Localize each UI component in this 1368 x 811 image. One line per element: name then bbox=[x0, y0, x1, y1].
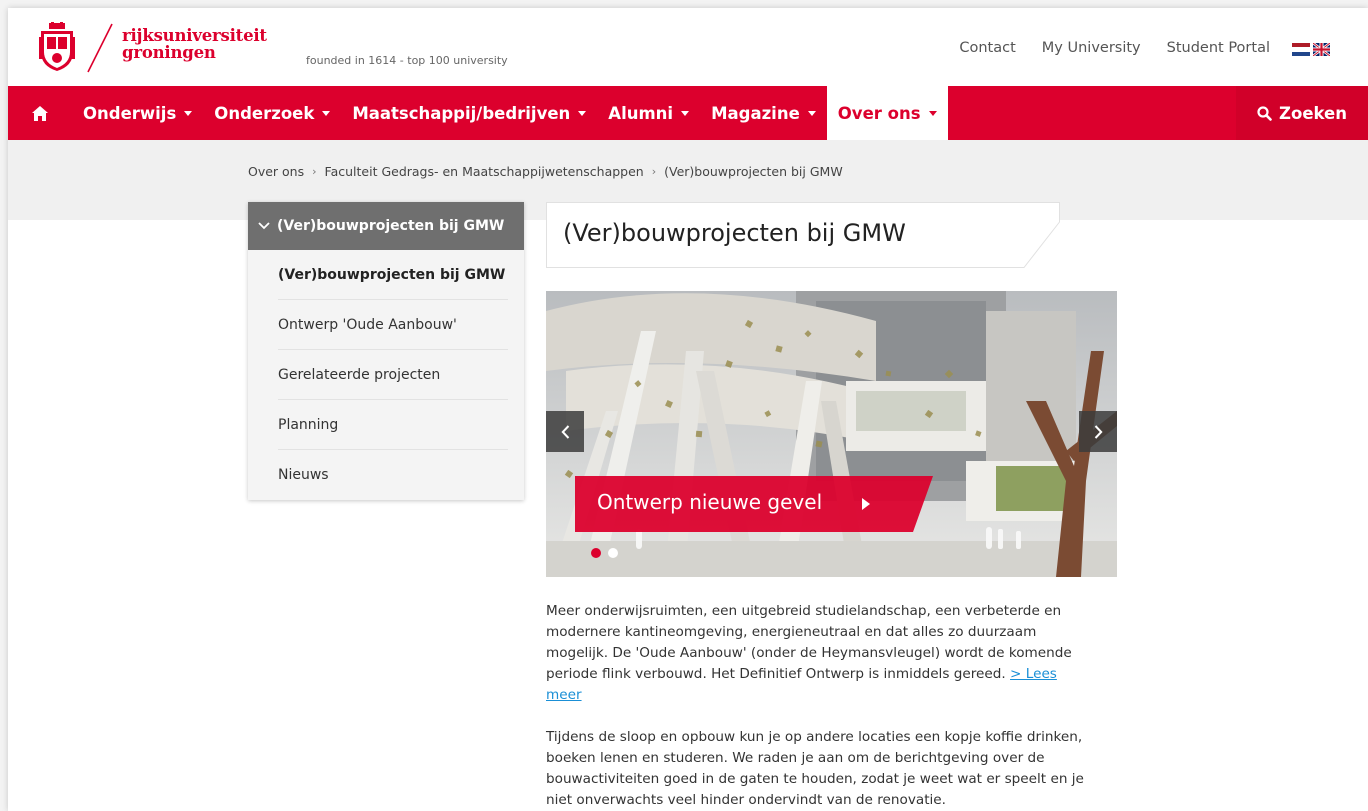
carousel-slide-image bbox=[546, 291, 1117, 577]
nav-label: Alumni bbox=[608, 103, 674, 123]
section-menu: (Ver)bouwprojecten bij GMW (Ver)bouwproj… bbox=[248, 202, 524, 500]
chevron-down-icon bbox=[258, 222, 270, 230]
breadcrumb-item[interactable]: Over ons bbox=[248, 164, 304, 179]
nav-over-ons[interactable]: Over ons bbox=[826, 86, 948, 140]
nav-alumni[interactable]: Alumni bbox=[597, 86, 700, 140]
carousel-next-button[interactable] bbox=[1079, 411, 1117, 452]
contact-link[interactable]: Contact bbox=[959, 40, 1015, 56]
carousel-prev-button[interactable] bbox=[546, 411, 584, 452]
language-switch bbox=[1292, 43, 1330, 56]
page-title-box: (Ver)bouwprojecten bij GMW bbox=[546, 202, 1060, 268]
sidebar-item-planning[interactable]: Planning bbox=[278, 400, 508, 450]
search-icon bbox=[1257, 105, 1272, 121]
tagline: founded in 1614 - top 100 university bbox=[306, 54, 508, 67]
home-icon bbox=[32, 105, 48, 121]
caret-down-icon bbox=[681, 110, 690, 116]
logo-slash-icon bbox=[87, 23, 113, 73]
caret-down-icon bbox=[807, 110, 816, 116]
nav-label: Onderwijs bbox=[83, 103, 177, 123]
image-carousel: Ontwerp nieuwe gevel bbox=[546, 291, 1117, 577]
sidebar-item-gerelateerde-projecten[interactable]: Gerelateerde projecten bbox=[278, 350, 508, 400]
nav-magazine[interactable]: Magazine bbox=[700, 86, 827, 140]
sidebar-item-nieuws[interactable]: Nieuws bbox=[278, 450, 508, 500]
university-logo[interactable]: rijksuniversiteit groningen bbox=[38, 22, 267, 74]
main-navigation: Onderwijs Onderzoek Maatschappij/bedrijv… bbox=[8, 86, 1368, 140]
breadcrumb-separator-icon: › bbox=[651, 165, 657, 178]
paragraph-1-text: Meer onderwijsruimten, een uitgebreid st… bbox=[546, 603, 1072, 682]
logo-line-2: groningen bbox=[122, 43, 216, 62]
logo-wordmark: rijksuniversiteit groningen bbox=[122, 27, 267, 61]
chevron-right-icon bbox=[1094, 424, 1103, 439]
logo-line-1: rijksuniversiteit bbox=[122, 26, 267, 45]
home-button[interactable] bbox=[8, 86, 72, 140]
article-body: Meer onderwijsruimten, een uitgebreid st… bbox=[546, 601, 1086, 811]
english-flag-icon[interactable] bbox=[1313, 43, 1330, 56]
top-links: Contact My University Student Portal bbox=[959, 40, 1270, 56]
caret-down-icon bbox=[184, 110, 193, 116]
nav-maatschappij[interactable]: Maatschappij/bedrijven bbox=[341, 86, 597, 140]
caret-down-icon bbox=[578, 110, 587, 116]
breadcrumb-separator-icon: › bbox=[312, 165, 317, 178]
my-university-link[interactable]: My University bbox=[1042, 40, 1141, 56]
search-label: Zoeken bbox=[1279, 103, 1347, 123]
page: rijksuniversiteit groningen founded in 1… bbox=[8, 8, 1368, 811]
carousel-caption: Ontwerp nieuwe gevel bbox=[597, 490, 823, 514]
breadcrumb-item[interactable]: Faculteit Gedrags- en Maatschappijwetens… bbox=[325, 164, 644, 179]
section-menu-heading-label: (Ver)bouwprojecten bij GMW bbox=[277, 218, 505, 234]
nav-label: Maatschappij/bedrijven bbox=[352, 103, 571, 123]
chevron-left-icon bbox=[560, 424, 569, 439]
search-button[interactable]: Zoeken bbox=[1236, 86, 1368, 140]
intro-paragraph: Meer onderwijsruimten, een uitgebreid st… bbox=[546, 601, 1086, 706]
crest-icon bbox=[39, 22, 75, 71]
page-title: (Ver)bouwprojecten bij GMW bbox=[563, 219, 906, 247]
nav-label: Onderzoek bbox=[214, 103, 315, 123]
section-menu-heading[interactable]: (Ver)bouwprojecten bij GMW bbox=[248, 202, 524, 250]
caret-down-icon bbox=[928, 110, 937, 116]
sidebar-item-verbouwprojecten[interactable]: (Ver)bouwprojecten bij GMW bbox=[278, 250, 508, 300]
dutch-flag-icon[interactable] bbox=[1292, 43, 1310, 56]
nav-onderwijs[interactable]: Onderwijs bbox=[72, 86, 203, 140]
nav-onderzoek[interactable]: Onderzoek bbox=[203, 86, 341, 140]
student-portal-link[interactable]: Student Portal bbox=[1167, 40, 1270, 56]
carousel-dot-2[interactable] bbox=[608, 548, 618, 558]
carousel-dot-1[interactable] bbox=[591, 548, 601, 558]
nav-label: Over ons bbox=[837, 103, 921, 123]
carousel-caption-link[interactable]: Ontwerp nieuwe gevel bbox=[575, 476, 935, 532]
carousel-indicators bbox=[591, 548, 618, 558]
paragraph-2: Tijdens de sloop en opbouw kun je op and… bbox=[546, 729, 1084, 808]
sidebar-item-ontwerp[interactable]: Ontwerp 'Oude Aanbouw' bbox=[278, 300, 508, 350]
breadcrumb-item-current[interactable]: (Ver)bouwprojecten bij GMW bbox=[664, 164, 843, 179]
nav-label: Magazine bbox=[711, 103, 800, 123]
caret-down-icon bbox=[322, 110, 331, 116]
site-header: rijksuniversiteit groningen founded in 1… bbox=[8, 8, 1368, 86]
play-arrow-icon bbox=[862, 498, 870, 510]
breadcrumb: Over ons › Faculteit Gedrags- en Maatsch… bbox=[248, 164, 843, 179]
